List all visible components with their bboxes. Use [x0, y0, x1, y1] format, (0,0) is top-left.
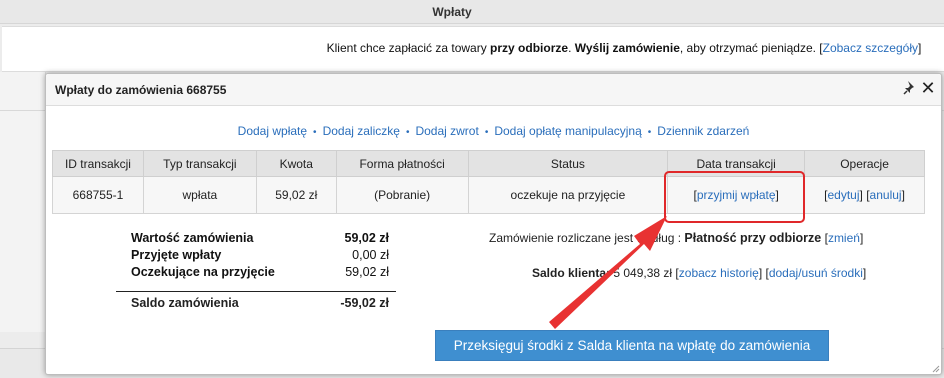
add-advance-link[interactable]: Dodaj zaliczkę: [323, 124, 400, 138]
settlement-method: Zamówienie rozliczane jest według : Płat…: [489, 231, 864, 245]
accept-payment-link[interactable]: przyjmij wpłatę: [697, 188, 776, 202]
summary-row-accepted: Przyjęte wpłaty 0,00 zł: [131, 248, 391, 265]
col-transaction-type: Typ transakcji: [142, 150, 257, 177]
cell-amount: 59,02 zł: [255, 176, 337, 214]
add-remove-funds-link[interactable]: dodaj/usuń środki: [769, 266, 863, 280]
dialog-action-links: Dodaj wpłatę • Dodaj zaliczkę • Dodaj zwrot •…: [46, 124, 941, 138]
add-handling-fee-link[interactable]: Dodaj opłatę manipulacyjną: [494, 124, 641, 138]
link-separator: •: [313, 127, 317, 138]
link-separator: •: [484, 127, 489, 138]
edit-link[interactable]: edytuj: [828, 188, 860, 202]
summary-label: Przyjęte wpłaty: [131, 248, 222, 262]
event-log-link[interactable]: Dziennik zdarzeń: [657, 124, 749, 138]
summary-label: Oczekujące na przyjęcie: [131, 265, 275, 279]
settlement-method-value: Płatność przy odbiorze: [684, 231, 822, 245]
col-status: Status: [467, 150, 669, 177]
notice-text: Klient chce zapłacić za towary przy odbi…: [326, 41, 922, 55]
summary-value: 59,02 zł: [344, 231, 389, 245]
dialog-header[interactable]: Wpłaty do zamówienia 668755 ✕: [46, 74, 941, 106]
cell-payment-form: (Pobranie): [335, 176, 469, 214]
change-method-link[interactable]: zmień: [828, 231, 860, 245]
payments-dialog: Wpłaty do zamówienia 668755 ✕ Dodaj wpła…: [45, 73, 942, 375]
summary-divider: [116, 291, 396, 292]
summary-row-order-value: Wartość zamówienia 59,02 zł: [131, 231, 391, 248]
link-separator: •: [405, 127, 410, 138]
balance-history-link[interactable]: zobacz historię: [679, 266, 759, 280]
transfer-funds-button[interactable]: Przeksięguj środki z Salda klienta na wp…: [435, 330, 829, 361]
background-left-column: [0, 72, 46, 332]
cell-transaction-id: 668755-1: [52, 176, 144, 214]
cell-status: oczekuje na przyjęcie: [467, 176, 669, 214]
col-transaction-date: Data transakcji: [667, 150, 806, 177]
cell-transaction-date: [przyjmij wpłatę]: [667, 176, 806, 214]
summary-row-pending: Oczekujące na przyjęcie 59,02 zł: [131, 265, 391, 282]
resize-grip-icon[interactable]: [932, 365, 940, 373]
cancel-link[interactable]: anuluj: [870, 188, 902, 202]
table-row: 668755-1 wpłata 59,02 zł (Pobranie) ocze…: [52, 176, 925, 214]
col-transaction-id: ID transakcji: [52, 150, 144, 177]
col-amount: Kwota: [255, 150, 337, 177]
col-payment-form: Forma płatności: [335, 150, 469, 177]
order-balance-value: -59,02 zł: [340, 296, 389, 310]
client-balance-value: 5 049,38 zł: [613, 266, 673, 280]
close-icon[interactable]: ✕: [920, 79, 936, 97]
order-balance-label: Saldo zamówienia: [131, 296, 239, 310]
order-balance: Saldo zamówienia -59,02 zł: [131, 296, 391, 313]
col-operations: Operacje: [804, 150, 925, 177]
summary-value: 0,00 zł: [352, 248, 389, 262]
client-balance-label: Saldo klienta:: [532, 266, 611, 280]
transactions-table: ID transakcji Typ transakcji Kwota Forma…: [52, 150, 925, 214]
pin-icon[interactable]: [903, 80, 917, 96]
cell-transaction-type: wpłata: [142, 176, 257, 214]
client-balance: Saldo klienta: 5 049,38 zł [zobacz histo…: [532, 266, 867, 280]
summary-value: 59,02 zł: [345, 265, 389, 279]
add-refund-link[interactable]: Dodaj zwrot: [415, 124, 478, 138]
see-details-link[interactable]: Zobacz szczegóły: [823, 41, 918, 55]
cod-notice: Klient chce zapłacić za towary przy odbi…: [2, 26, 944, 72]
add-payment-link[interactable]: Dodaj wpłatę: [238, 124, 307, 138]
table-header-row: ID transakcji Typ transakcji Kwota Forma…: [52, 150, 925, 177]
section-title: Wpłaty: [432, 5, 472, 19]
order-summary: Wartość zamówienia 59,02 zł Przyjęte wpł…: [131, 231, 391, 282]
cell-operations: [edytuj] [anuluj]: [804, 176, 925, 214]
link-separator: •: [647, 127, 652, 138]
summary-label: Wartość zamówienia: [131, 231, 254, 245]
payments-section-header: Wpłaty: [0, 0, 944, 24]
dialog-title: Wpłaty do zamówienia 668755: [55, 83, 227, 97]
